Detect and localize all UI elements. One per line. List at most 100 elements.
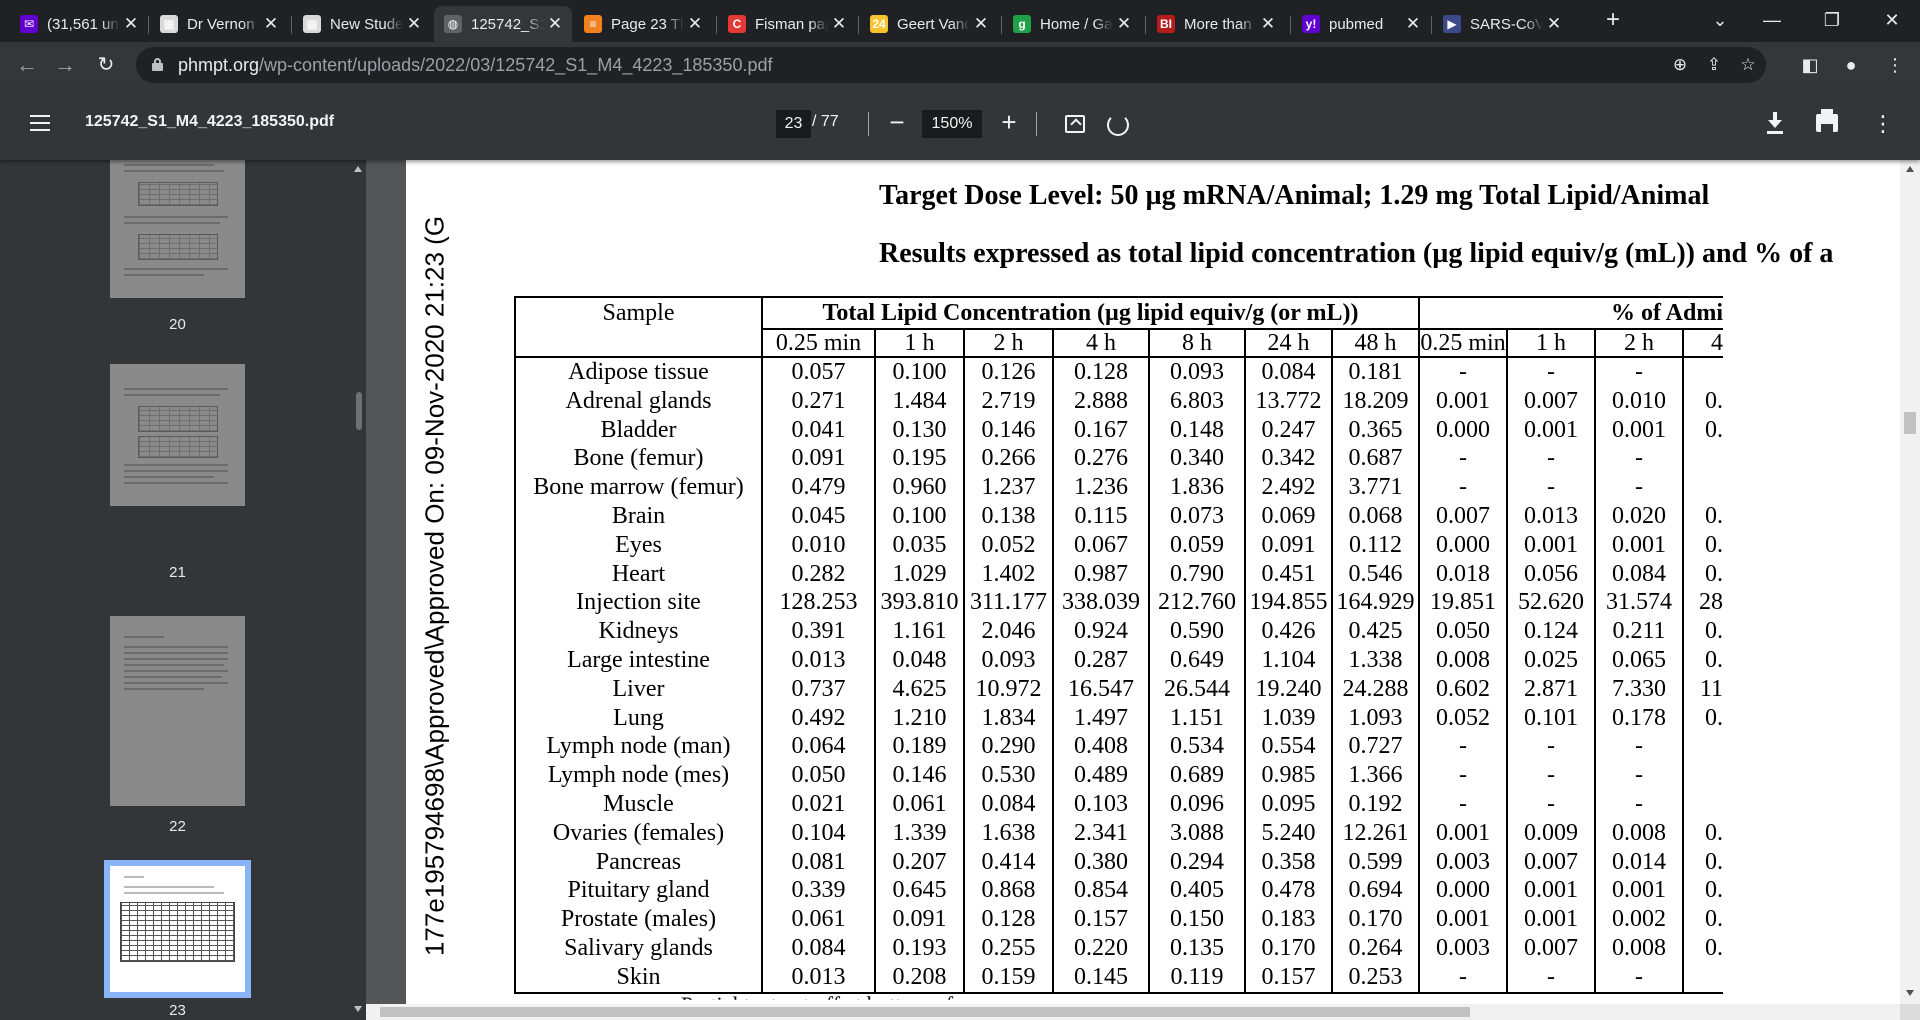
scroll-down-arrow-icon[interactable] [1906,990,1914,996]
tab-close-icon[interactable]: ✕ [828,14,850,34]
close-window-button[interactable]: ✕ [1864,0,1920,42]
concentration-cell: 0.271 [762,386,876,416]
zoom-in-button[interactable]: + [994,106,1024,140]
percent-cell: 0. [1705,906,1723,933]
browser-tab[interactable]: ▦ New Student✕ [293,6,431,42]
approval-stamp-text: 177e195794698\Approved\Approved On: 09-N… [419,215,450,957]
tab-close-icon[interactable]: ✕ [120,14,142,34]
address-bar[interactable]: phmpt.org/wp-content/uploads/2022/03/125… [136,47,1766,83]
sidebar-scrollbar-thumb[interactable] [356,392,362,430]
scroll-up-arrow-icon[interactable] [1906,166,1914,172]
footnote-text: Partial text cut off at bottom of page [681,992,1000,1000]
browser-tab[interactable]: ✉ (31,561 unread)✕ [10,6,148,42]
concentration-cell: 311.177 [964,588,1054,618]
percent-cell: 0. [1705,560,1723,587]
thumbnail-page-20[interactable] [110,160,245,298]
side-panel-icon[interactable]: ◧ [1795,50,1825,80]
concentration-cell: 0.342 [1245,444,1333,474]
concentration-cell: 0.247 [1245,415,1333,445]
tab-close-icon[interactable]: ✕ [1113,14,1135,34]
tab-close-icon[interactable]: ✕ [1543,14,1565,34]
concentration-cell: 0.010 [762,530,876,560]
percent-cell: - [1419,962,1508,994]
browser-tab[interactable]: ▦ Dr Vernon ✕ [150,6,288,42]
print-icon[interactable] [1816,109,1838,132]
zoom-level-input[interactable]: 150% [922,110,982,138]
browser-menu-icon[interactable]: ⋮ [1880,50,1910,80]
concentration-cell: 0.479 [762,473,876,502]
page-number-input[interactable]: 23 [776,110,811,138]
concentration-cell: 19.240 [1245,674,1333,704]
tab-separator [148,16,149,34]
sidebar-toggle-icon[interactable] [30,115,50,131]
download-icon[interactable] [1765,112,1785,136]
page-subheading: Results expressed as total lipid concent… [879,238,1834,269]
percent-cell: 0.084 [1595,559,1684,589]
forward-arrow-icon[interactable]: → [50,50,80,80]
concentration-cell: 4.625 [875,674,965,704]
browser-tab[interactable]: BI More than ✕ [1147,6,1285,42]
tab-close-icon[interactable]: ✕ [970,14,992,34]
tab-close-icon[interactable]: ✕ [1257,14,1279,34]
percent-cell: 0.002 [1595,905,1684,934]
tab-close-icon[interactable]: ✕ [403,14,425,34]
scroll-down-arrow-icon[interactable] [354,1006,362,1012]
percent-cell: 0.007 [1507,386,1596,416]
browser-tab[interactable]: 24 Geert Vanden✕ [860,6,998,42]
concentration-cell: 0.985 [1245,761,1333,790]
share-icon[interactable]: ⇪ [1702,54,1726,78]
concentration-cell: 0.084 [1245,356,1333,387]
document-horizontal-scrollbar[interactable] [366,1004,1900,1020]
zoom-icon[interactable]: ⊕ [1668,54,1692,78]
rotate-icon[interactable] [1107,114,1129,136]
browser-tab[interactable]: ◍ 125742_S1_M4✕ [434,6,572,42]
percent-cell: 0.052 [1419,703,1508,733]
thumbnail-page-21[interactable] [110,364,245,506]
browser-tab[interactable]: ▶ SARS-CoV ✕ [1433,6,1571,42]
tab-close-icon[interactable]: ✕ [1402,14,1424,34]
pdf-more-options-icon[interactable]: ⋮ [1872,110,1894,138]
tab-close-icon[interactable]: ✕ [684,14,706,34]
fit-to-page-icon[interactable] [1065,115,1085,133]
document-vertical-scrollbar[interactable] [1900,160,1920,1004]
zoom-out-button[interactable]: − [882,106,912,140]
tab-close-icon[interactable]: ✕ [260,14,282,34]
concentration-cell: 0.126 [964,356,1054,387]
browser-tab[interactable]: g Home / Gab ✕ [1003,6,1141,42]
pdf-viewport[interactable]: 177e195794698\Approved\Approved On: 09-N… [366,160,1900,1004]
percent-cell: 0. [1705,877,1723,904]
tab-search-icon[interactable]: ⌄ [1692,0,1748,42]
back-arrow-icon[interactable]: ← [12,50,42,80]
horizontal-scrollbar-thumb[interactable] [380,1007,1470,1017]
bookmark-star-icon[interactable]: ☆ [1736,54,1760,78]
tab-close-icon[interactable]: ✕ [544,14,566,34]
percent-cell: 0.008 [1595,818,1684,848]
profile-avatar-icon[interactable]: ● [1836,50,1866,80]
percent-cell: 0.000 [1419,415,1508,445]
percent-cell: - [1507,732,1596,762]
sidebar-scrollbar[interactable] [350,160,366,1020]
restore-button[interactable]: ❐ [1804,0,1860,42]
percent-cell: 0.000 [1419,876,1508,906]
browser-tab[interactable]: C Fisman paper✕ [718,6,856,42]
vertical-scrollbar-thumb[interactable] [1904,412,1916,434]
tab-title: SARS-CoV [1470,15,1543,33]
percent-cell: 0. [1705,819,1723,846]
new-tab-button[interactable]: + [1598,6,1628,36]
browser-tab[interactable]: y! pubmed ✕ [1292,6,1430,42]
approval-stamp: 177e195794698\Approved\Approved On: 09-N… [408,166,462,1004]
percent-cell: 0.211 [1595,617,1684,646]
url-text[interactable]: phmpt.org/wp-content/uploads/2022/03/125… [178,55,772,76]
lock-icon[interactable] [152,58,163,71]
minimize-button[interactable]: — [1744,0,1800,42]
percent-cell: 0.001 [1419,905,1508,934]
thumbnail-page-22[interactable] [110,616,245,806]
percent-cell: 0. [1705,646,1723,673]
browser-tab[interactable]: ≡ Page 23 The✕ [574,6,712,42]
reload-icon[interactable]: ↻ [91,50,121,80]
concentration-cell: 0.220 [1053,933,1150,963]
concentration-cell: 0.130 [875,415,965,445]
sample-name-cell: Kidneys [514,617,763,646]
thumbnail-page-23[interactable] [104,860,251,998]
scroll-up-arrow-icon[interactable] [354,166,362,172]
